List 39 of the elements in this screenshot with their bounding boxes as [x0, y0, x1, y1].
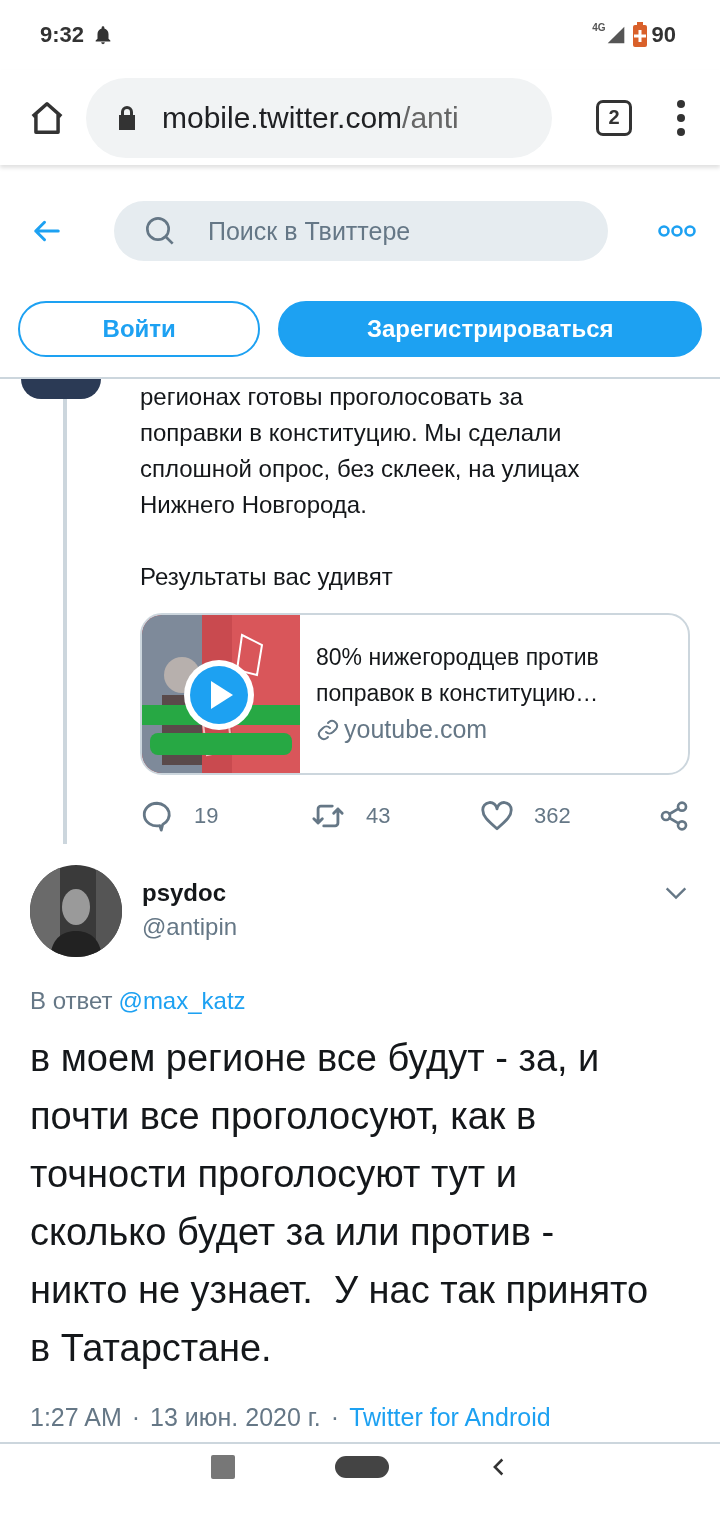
- card-title: 80% нижегородцев против поправок в конституцию…: [316, 643, 600, 708]
- source-link[interactable]: Twitter for Android: [349, 1403, 551, 1432]
- tweet-time: 1:27 AM: [30, 1403, 122, 1432]
- battery-icon: [631, 22, 648, 48]
- home-pill-icon: [335, 1456, 389, 1478]
- reply-label: В ответ: [30, 987, 113, 1015]
- search-icon: [144, 215, 176, 247]
- link-icon: [316, 717, 340, 742]
- user-name[interactable]: psydoc: [142, 879, 642, 907]
- speech-bubble-icon: [140, 799, 174, 833]
- tweet-text: Результаты вас удивят: [140, 562, 394, 592]
- login-button[interactable]: Войти: [18, 301, 261, 357]
- tab-count-button[interactable]: 2: [596, 99, 632, 136]
- user-handle[interactable]: @antipin: [142, 913, 642, 941]
- clock: 9:32: [40, 22, 85, 48]
- share-icon: [658, 800, 690, 832]
- battery-level: 90: [651, 22, 676, 48]
- mention-link[interactable]: @max_katz: [118, 987, 246, 1015]
- card-domain: youtube.com: [344, 715, 488, 744]
- heart-icon: [480, 799, 514, 833]
- separator: ·: [131, 1403, 141, 1432]
- lock-icon: [116, 104, 138, 131]
- tweet-text: регионах готовы проголосовать за поправки в конституцию. Мы сделали сплошной опрос, без склеек, на улицах Нижнего Новгорода.: [140, 382, 581, 520]
- search-field[interactable]: Поиск в Твиттере: [114, 201, 608, 261]
- action-count: 43: [366, 803, 391, 829]
- tweet-text: в моем регионе все будут - за, и почти все проголосуют, как в точности проголосуют тут и сколько будет за или против - никто не узнает. У нас так принято в Татарстане.: [29, 1036, 650, 1371]
- action-count: 362: [534, 803, 571, 829]
- signal-icon: [605, 25, 626, 45]
- network-label: 4G: [592, 22, 606, 33]
- action-count: 19: [194, 803, 219, 829]
- menu-icon: [676, 99, 686, 136]
- tweet-date: 13 июн. 2020 г.: [150, 1403, 321, 1432]
- recents-icon: [211, 1455, 235, 1479]
- avatar[interactable]: [21, 379, 101, 399]
- address-bar[interactable]: mobile.twitter.com/anti: [86, 77, 552, 158]
- separator: ·: [330, 1403, 340, 1432]
- signup-button[interactable]: Зарегистрироваться: [278, 301, 702, 357]
- link-card[interactable]: 80% нижегородцев против поправок в конституцию… youtube.com: [140, 613, 690, 775]
- more-icon: [658, 224, 696, 238]
